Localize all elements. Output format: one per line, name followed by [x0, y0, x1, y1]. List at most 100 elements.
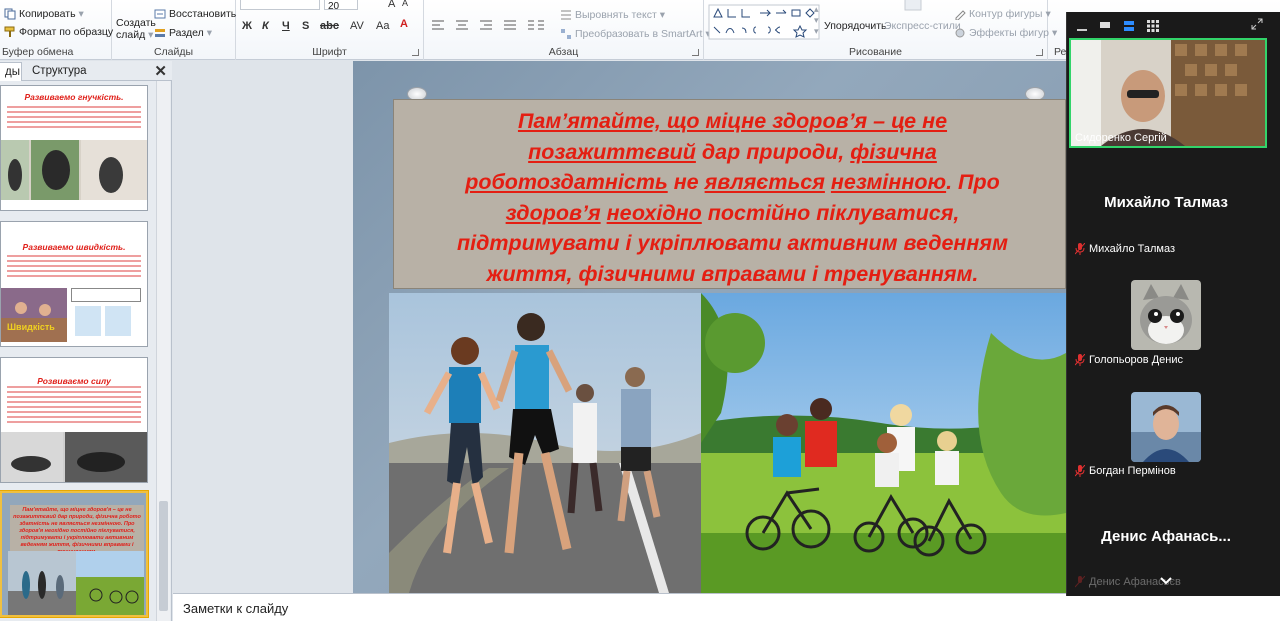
gallery-scroll-icon[interactable]: ▴ ▾ ▾: [814, 4, 819, 37]
quick-styles-icon: [904, 0, 922, 11]
thumbnail-image: [75, 306, 101, 336]
thumbnail-image: [8, 551, 144, 615]
effects-icon: [955, 28, 965, 38]
section-button[interactable]: Раздел ▾: [154, 27, 212, 39]
tab-outline[interactable]: Структура: [26, 62, 93, 81]
zoom-toolbar: [1067, 12, 1280, 38]
participant-name: Сидоренко Сергій: [1075, 132, 1167, 144]
align-text-icon: [561, 10, 571, 20]
minimize-icon[interactable]: [1077, 23, 1087, 31]
copy-icon: [4, 8, 16, 20]
drawing-label: Рисование: [849, 46, 902, 58]
participant-avatar: [1131, 392, 1201, 462]
paragraph-label: Абзац: [548, 46, 579, 58]
thumbnail-scrollbar[interactable]: [156, 81, 170, 621]
slides-panel: ды Структура ✕ Развиваемо гнучкість. Раз…: [0, 61, 172, 621]
notes-pane[interactable]: Заметки к слайду: [173, 593, 1280, 621]
restore-button[interactable]: Восстановить: [154, 8, 236, 20]
font-grow-button[interactable]: A: [388, 0, 395, 10]
clipboard-group: Копировать ▾ Формат по образцу Буфер обм…: [0, 0, 113, 60]
paintbrush-icon: [4, 26, 15, 37]
cyclists-photo: [701, 293, 1066, 593]
muted-mic-icon: [1075, 465, 1085, 477]
slides-group: Создать слайд ▾ Восстановить Раздел ▾ Сл…: [112, 0, 236, 60]
gallery-view-icon[interactable]: [1147, 20, 1159, 32]
thumbnail-image: [1, 140, 147, 200]
slide-thumbnail[interactable]: Развиваемо гнучкість.: [0, 85, 148, 211]
format-painter-button[interactable]: Формат по образцу: [4, 26, 113, 38]
slide-text: Пам’ятайте, що міцне здоров’я – це не по…: [457, 109, 1008, 286]
chevron-down-icon[interactable]: [1159, 576, 1173, 586]
new-slide-button[interactable]: Создать слайд ▾: [116, 17, 156, 41]
runners-photo: [389, 293, 701, 593]
strikethrough-button[interactable]: abc: [320, 20, 339, 32]
slide-textbox[interactable]: Пам’ятайте, що міцне здоров’я – це не по…: [393, 99, 1066, 289]
drawing-dialog-launcher[interactable]: [1036, 49, 1043, 56]
slide-editor: Пам’ятайте, що міцне здоров’я – це не по…: [173, 61, 1066, 593]
thumbnail-image: [1, 432, 147, 482]
participant-name: Голопьоров Денис: [1075, 354, 1183, 366]
font-dialog-launcher[interactable]: [412, 49, 419, 56]
participant-name: Богдан Пермінов: [1075, 465, 1176, 477]
drawing-group: ▴ ▾ ▾ Упорядочить Экспресс-стили Контур фи…: [704, 0, 1057, 60]
participant-video: [1071, 40, 1265, 146]
convert-smartart-button[interactable]: Преобразовать в SmartArt ▾: [560, 28, 711, 40]
slides-label: Слайды: [153, 46, 194, 58]
shapes-gallery[interactable]: [708, 4, 820, 40]
slide-thumbnail[interactable]: Развиваемо швидкість. Швидкість: [0, 221, 148, 347]
close-icon[interactable]: ✕: [154, 62, 167, 80]
zoom-gallery-panel: Сидоренко Сергій Михайло Талмаз Михайло …: [1066, 12, 1280, 596]
font-size-box[interactable]: 20: [324, 0, 358, 12]
panel-tabs: ды Структура ✕: [0, 61, 172, 81]
italic-button[interactable]: К: [262, 20, 269, 32]
shape-effects-button[interactable]: Эффекты фигур ▾: [954, 27, 1057, 39]
smartart-icon: [561, 29, 571, 39]
participant-video-tile[interactable]: Сидоренко Сергій: [1069, 38, 1267, 148]
shape-outline-button[interactable]: Контур фигуры ▾: [954, 8, 1051, 20]
underline-button[interactable]: Ч: [282, 20, 290, 32]
align-text-button[interactable]: Выровнять текст ▾: [560, 9, 665, 21]
paragraph-group: Выровнять текст ▾ Преобразовать в SmartA…: [424, 0, 711, 60]
muted-mic-icon: [1075, 354, 1085, 366]
bold-button[interactable]: Ж: [242, 20, 252, 32]
chevron-down-icon: ▾: [659, 9, 666, 21]
font-color-button[interactable]: A: [400, 18, 408, 30]
thumbnail-image: Швидкість: [1, 288, 67, 342]
participant-name: Михайло Талмаз: [1075, 243, 1175, 255]
copy-button[interactable]: Копировать ▾: [4, 8, 84, 20]
muted-mic-icon: [1075, 576, 1085, 588]
arrange-button[interactable]: Упорядочить: [824, 20, 886, 32]
current-slide[interactable]: Пам’ятайте, що міцне здоров’я – це не по…: [353, 61, 1066, 593]
pencil-icon: [955, 10, 966, 20]
muted-mic-icon: [1075, 243, 1085, 255]
clipboard-label: Буфер обмена: [2, 46, 74, 58]
slide-thumbnail[interactable]: Розвиваємо силу: [0, 357, 148, 483]
tab-slides[interactable]: ды: [0, 62, 22, 81]
speaker-view-icon[interactable]: [1123, 20, 1135, 32]
change-case-button[interactable]: Aa: [376, 20, 389, 32]
font-label: Шрифт: [312, 46, 347, 58]
font-name-box[interactable]: [240, 0, 320, 10]
chevron-down-icon: ▾: [206, 27, 212, 39]
slide-thumbnail-selected[interactable]: Пам'ятайте, що міцне здоров'я – це не по…: [0, 491, 148, 617]
paragraph-dialog-launcher[interactable]: [692, 49, 699, 56]
thumbnail-caption-box: [71, 288, 141, 302]
font-shrink-button[interactable]: A: [402, 0, 408, 8]
participant-display-name: Михайло Талмаз: [1104, 194, 1228, 211]
shadow-button[interactable]: S: [302, 20, 309, 32]
alignment-icons[interactable]: [430, 18, 550, 32]
section-icon: [155, 29, 165, 37]
chevron-down-icon: ▾: [148, 29, 154, 41]
reset-slide-icon: [154, 9, 166, 19]
collapse-video-icon[interactable]: [1099, 20, 1111, 30]
participant-display-name: Денис Афанась...: [1101, 528, 1231, 545]
char-spacing-button[interactable]: AV: [350, 20, 364, 32]
notes-placeholder: Заметки к слайду: [183, 601, 289, 616]
font-group: 20 Ж К Ч S abc AV Aa A A A Шрифт: [236, 0, 424, 60]
quick-styles-button[interactable]: Экспресс-стили: [884, 20, 961, 32]
expand-icon[interactable]: [1251, 18, 1263, 30]
thumbnail-textbox: Пам'ятайте, що міцне здоров'я – це не по…: [10, 505, 144, 551]
scrollbar-thumb[interactable]: [159, 501, 168, 611]
participant-avatar: [1131, 280, 1201, 350]
thumbnail-image: [105, 306, 131, 336]
